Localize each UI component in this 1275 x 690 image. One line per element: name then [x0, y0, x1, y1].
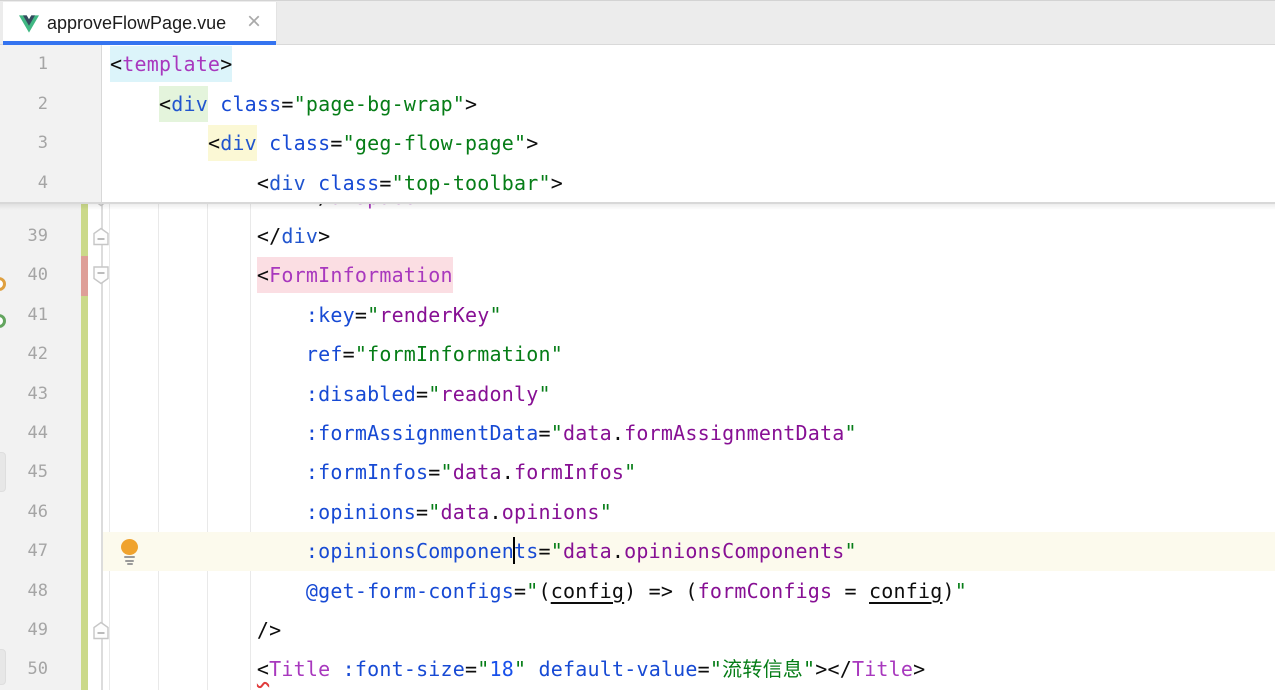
line-number[interactable]: 4 — [0, 164, 48, 203]
code-line-46[interactable]: 46 :opinions="data.opinions" — [0, 493, 1275, 532]
line-number[interactable]: 49 — [0, 611, 48, 650]
code-line-2[interactable]: 2 <div class="page-bg-wrap"> — [0, 85, 1275, 124]
vue-logo-icon — [19, 15, 39, 38]
line-number[interactable]: 46 — [0, 493, 48, 532]
code-text: <template> — [110, 45, 232, 84]
line-number[interactable]: 47 — [0, 532, 48, 571]
tab-title: approveFlowPage.vue — [47, 2, 226, 42]
code-line-3[interactable]: 3 <div class="geg-flow-page"> — [0, 124, 1275, 163]
code-line-39[interactable]: 39 </div> — [0, 217, 1275, 256]
line-number[interactable]: 3 — [0, 124, 48, 163]
tab-approveFlowPage[interactable]: approveFlowPage.vue × — [3, 2, 277, 45]
line-number[interactable]: 50 — [0, 650, 48, 689]
code-text: :disabled="readonly" — [110, 375, 551, 414]
line-number[interactable]: 39 — [0, 217, 48, 256]
code-text: <div class="top-toolbar"> — [110, 164, 563, 203]
editor-scroll-area[interactable]: 38 </a-space>39 </div>40 <FormInformatio… — [0, 204, 1275, 690]
code-line-50[interactable]: 50 <Title :font-size="18" default-value=… — [0, 650, 1275, 689]
code-line-43[interactable]: 43 :disabled="readonly" — [0, 375, 1275, 414]
fold-marker-end-icon[interactable] — [93, 227, 109, 251]
code-text: <div class="page-bg-wrap"> — [110, 85, 477, 124]
line-number[interactable]: 1 — [0, 45, 48, 84]
text-caret — [513, 537, 515, 564]
code-text: /> — [110, 611, 281, 650]
code-line-42[interactable]: 42 ref="formInformation" — [0, 335, 1275, 374]
line-number[interactable]: 41 — [0, 296, 48, 335]
sticky-panel-shadow — [0, 204, 1275, 210]
editor-tab-bar: approveFlowPage.vue × — [0, 0, 1275, 45]
ide-editor-window: approveFlowPage.vue × 38 </a-space>39 </… — [0, 0, 1275, 690]
code-text: </div> — [110, 217, 330, 256]
code-line-1[interactable]: 1 <template> — [0, 45, 1275, 84]
line-number[interactable]: 45 — [0, 453, 48, 492]
code-line-45[interactable]: 45 :formInfos="data.formInfos" — [0, 453, 1275, 492]
left-edge-artifact-gray — [0, 452, 6, 492]
fold-marker-end-icon[interactable] — [93, 621, 109, 645]
code-text: :formAssignmentData="data.formAssignment… — [110, 414, 857, 453]
code-text: :opinionsComponents="data.opinionsCompon… — [110, 532, 857, 571]
code-line-40[interactable]: 40 <FormInformation — [0, 256, 1275, 295]
line-number[interactable]: 2 — [0, 85, 48, 124]
line-number[interactable]: 44 — [0, 414, 48, 453]
code-line-41[interactable]: 41 :key="renderKey" — [0, 296, 1275, 335]
code-text: @get-form-configs="(config) => (formConf… — [110, 572, 967, 611]
left-edge-artifact-gray — [0, 649, 6, 685]
code-text: :key="renderKey" — [110, 296, 502, 335]
code-text: :formInfos="data.formInfos" — [110, 453, 636, 492]
code-line-44[interactable]: 44 :formAssignmentData="data.formAssignm… — [0, 414, 1275, 453]
code-text: :opinions="data.opinions" — [110, 493, 612, 532]
tab-close-icon[interactable]: × — [247, 2, 261, 42]
line-number[interactable]: 42 — [0, 335, 48, 374]
code-line-48[interactable]: 48 @get-form-configs="(config) => (formC… — [0, 572, 1275, 611]
fold-marker-start-icon[interactable] — [93, 266, 109, 290]
line-number[interactable]: 40 — [0, 256, 48, 295]
code-text: <FormInformation — [110, 256, 453, 295]
code-line-47[interactable]: 47 :opinionsComponents="data.opinionsCom… — [0, 532, 1275, 571]
code-line-4[interactable]: 4 <div class="top-toolbar"> — [0, 164, 1275, 203]
code-text: <Title :font-size="18" default-value="流转… — [110, 650, 925, 689]
code-text: ref="formInformation" — [110, 335, 563, 374]
line-number[interactable]: 43 — [0, 375, 48, 414]
line-number[interactable]: 48 — [0, 572, 48, 611]
code-text: <div class="geg-flow-page"> — [110, 124, 539, 163]
sticky-lines-panel: 1<template>2 <div class="page-bg-wrap">3… — [0, 45, 1275, 203]
code-line-49[interactable]: 49 /> — [0, 611, 1275, 650]
